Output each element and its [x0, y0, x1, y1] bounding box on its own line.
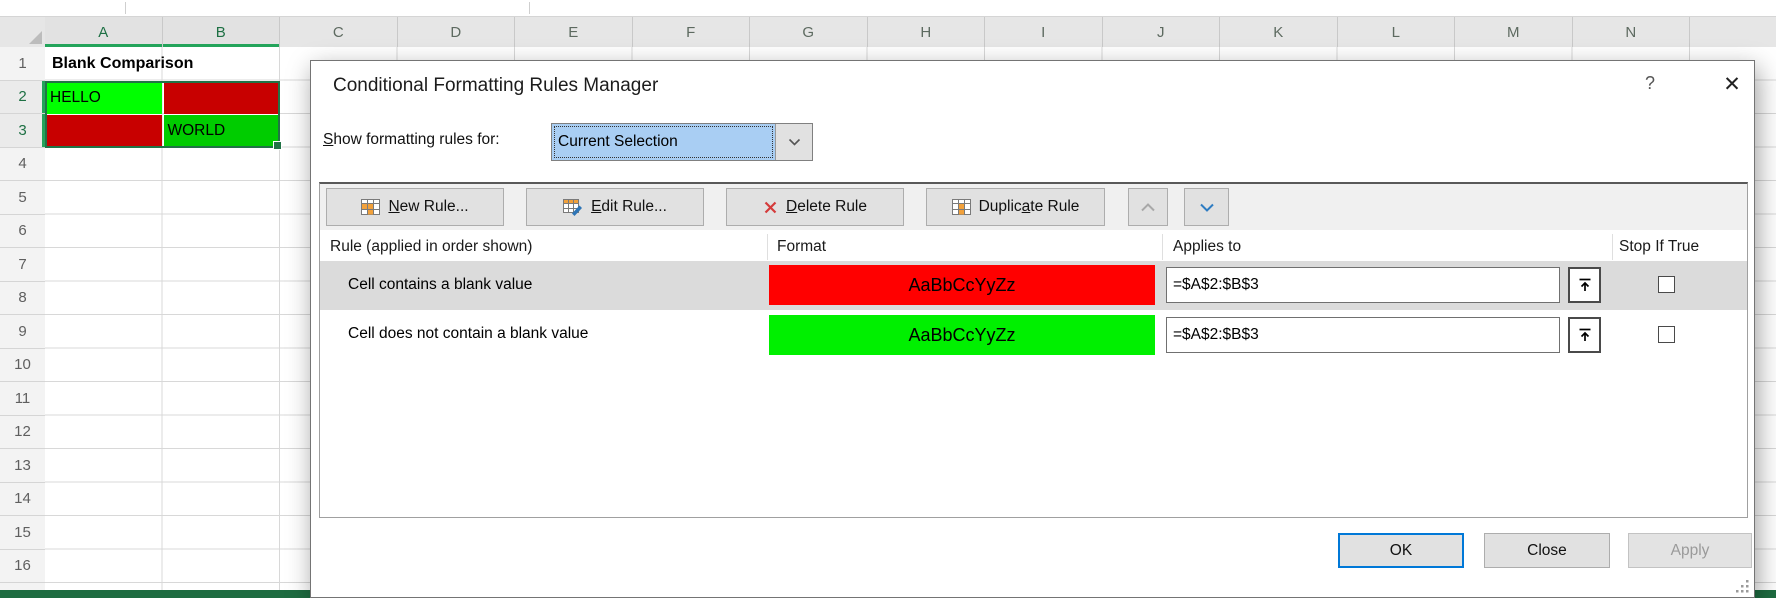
row-header-8[interactable]: 8 — [0, 282, 45, 316]
chevron-down-icon — [788, 138, 801, 146]
move-rule-up-button[interactable] — [1128, 188, 1168, 226]
column-header-M[interactable]: M — [1455, 17, 1573, 47]
show-rules-label: Show formatting rules for: — [323, 131, 500, 149]
dropdown-selected-value: Current Selection — [552, 124, 775, 160]
help-button[interactable]: ? — [1637, 73, 1663, 94]
row-header-16[interactable]: 16 — [0, 550, 45, 584]
collapse-range-icon — [1577, 327, 1593, 343]
row-number-column: 12345678910111213141516 — [0, 47, 46, 590]
dialog-title: Conditional Formatting Rules Manager — [333, 75, 658, 97]
column-header-C[interactable]: C — [280, 17, 398, 47]
fill-handle[interactable] — [273, 141, 282, 150]
row-header-4[interactable]: 4 — [0, 148, 45, 182]
formula-bar-divider — [529, 2, 530, 14]
column-separator — [1612, 234, 1613, 260]
rule-name: Cell does not contain a blank value — [348, 325, 588, 343]
column-header-J[interactable]: J — [1103, 17, 1221, 47]
collapse-range-icon — [1577, 277, 1593, 293]
resize-grip[interactable] — [1735, 579, 1750, 598]
excel-window: ABCDEFGHIJKLMN 12345678910111213141516 B… — [0, 0, 1776, 598]
column-separator — [767, 234, 768, 260]
applies-to-input[interactable] — [1166, 317, 1560, 353]
delete-icon — [763, 200, 778, 215]
delete-rule-button[interactable]: Delete Rule — [726, 188, 904, 226]
row-header-15[interactable]: 15 — [0, 516, 45, 550]
close-button[interactable]: Close — [1484, 533, 1610, 568]
show-rules-label-rest: how formatting rules for: — [333, 131, 499, 148]
column-header-row: ABCDEFGHIJKLMN — [45, 17, 1776, 48]
select-all-corner[interactable] — [0, 17, 46, 48]
stop-if-true-checkbox[interactable] — [1658, 326, 1675, 343]
column-header-E[interactable]: E — [515, 17, 633, 47]
chevron-up-icon — [1140, 203, 1156, 212]
ok-button[interactable]: OK — [1338, 533, 1464, 568]
row-header-6[interactable]: 6 — [0, 215, 45, 249]
row-header-11[interactable]: 11 — [0, 382, 45, 416]
conditional-formatting-rules-manager-dialog: Conditional Formatting Rules Manager ? ✕… — [310, 60, 1755, 598]
new-rule-label: New Rule... — [388, 198, 468, 216]
column-header-N[interactable]: N — [1573, 17, 1691, 47]
applies-to-column-header: Applies to — [1173, 238, 1241, 256]
format-preview: AaBbCcYyZz — [769, 315, 1155, 355]
row-header-10[interactable]: 10 — [0, 349, 45, 383]
cell-A1[interactable]: Blank Comparison — [48, 50, 308, 78]
column-separator — [1162, 234, 1163, 260]
delete-rule-label: Delete Rule — [786, 198, 867, 216]
column-header-I[interactable]: I — [985, 17, 1103, 47]
duplicate-rule-label: Duplicate Rule — [979, 198, 1080, 216]
duplicate-rule-button[interactable]: Duplicate Rule — [926, 188, 1105, 226]
rule-name: Cell contains a blank value — [348, 276, 532, 294]
new-rule-button[interactable]: New Rule... — [326, 188, 504, 226]
edit-rule-button[interactable]: Edit Rule... — [526, 188, 704, 226]
row-header-13[interactable]: 13 — [0, 449, 45, 483]
edit-rule-icon — [563, 199, 583, 216]
row-header-1[interactable]: 1 — [0, 47, 45, 81]
chevron-down-icon — [1199, 203, 1215, 212]
apply-button[interactable]: Apply — [1628, 533, 1752, 568]
row-header-7[interactable]: 7 — [0, 248, 45, 282]
row-header-14[interactable]: 14 — [0, 483, 45, 517]
duplicate-rule-icon — [952, 199, 971, 215]
formula-bar-bottom-strip — [0, 0, 1776, 17]
close-icon[interactable]: ✕ — [1715, 69, 1749, 99]
column-header-D[interactable]: D — [398, 17, 516, 47]
column-header-B[interactable]: B — [163, 17, 281, 47]
applies-to-input[interactable] — [1166, 267, 1560, 303]
column-header-A[interactable]: A — [45, 17, 163, 47]
selection-range-border — [45, 81, 281, 149]
edit-rule-label: Edit Rule... — [591, 198, 667, 216]
dropdown-arrow-button[interactable] — [775, 124, 812, 160]
stop-if-true-column-header: Stop If True — [1619, 238, 1699, 256]
move-rule-down-button[interactable] — [1184, 188, 1229, 226]
row-header-3[interactable]: 3 — [0, 114, 45, 148]
format-column-header: Format — [777, 238, 826, 256]
column-header-G[interactable]: G — [750, 17, 868, 47]
row-header-12[interactable]: 12 — [0, 416, 45, 450]
show-rules-label-accel: S — [323, 131, 333, 148]
row-header-5[interactable]: 5 — [0, 181, 45, 215]
collapse-dialog-button[interactable] — [1568, 267, 1601, 303]
select-all-triangle-icon — [29, 31, 42, 44]
stop-if-true-checkbox[interactable] — [1658, 276, 1675, 293]
column-header-K[interactable]: K — [1220, 17, 1338, 47]
show-rules-dropdown[interactable]: Current Selection — [551, 123, 813, 161]
column-header-H[interactable]: H — [868, 17, 986, 47]
collapse-dialog-button[interactable] — [1568, 317, 1601, 353]
new-rule-icon — [361, 199, 380, 215]
rules-group-box: New Rule... Edit Rule... Delete Rule — [319, 182, 1748, 518]
formula-bar-divider — [125, 2, 126, 14]
row-header-9[interactable]: 9 — [0, 315, 45, 349]
format-preview: AaBbCcYyZz — [769, 265, 1155, 305]
rule-column-header: Rule (applied in order shown) — [330, 238, 532, 256]
column-header-F[interactable]: F — [633, 17, 751, 47]
row-header-2[interactable]: 2 — [0, 81, 45, 115]
column-header-L[interactable]: L — [1338, 17, 1456, 47]
